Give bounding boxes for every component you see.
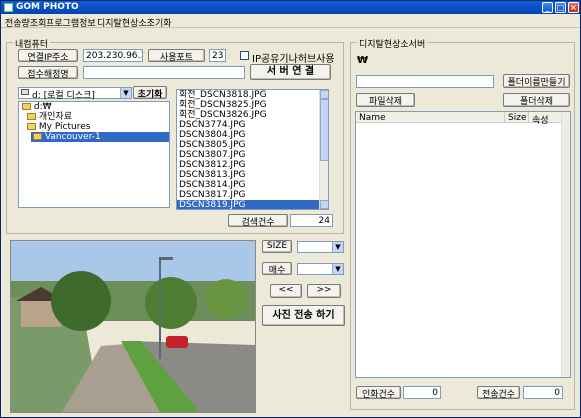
file-list-item[interactable]: 회전_DSCN3825.JPG: [177, 100, 328, 110]
port-label: 사용포트: [148, 49, 205, 63]
tree-item[interactable]: My Pictures: [19, 122, 169, 132]
server-table-scrollbar[interactable]: [561, 112, 570, 377]
account-field[interactable]: [83, 66, 245, 79]
init-button[interactable]: 초기화: [133, 86, 167, 100]
table-header: Name Size 속성: [356, 112, 562, 126]
file-list-item[interactable]: DSCN3813.JPG: [177, 170, 328, 180]
folder-open-icon: [33, 133, 42, 140]
my-computer-group: 내컴퓨터 연결IP주소 203.230.96.166 사용포트 23 IP공유기…: [6, 37, 344, 234]
maximize-button[interactable]: □: [555, 2, 566, 13]
file-list-item[interactable]: DSCN3774.JPG: [177, 120, 328, 130]
minimize-button[interactable]: _: [542, 2, 553, 13]
file-list-item[interactable]: 회전_DSCN3826.JPG: [177, 110, 328, 120]
drive-select-value: d: [로컬 디스크]: [32, 91, 95, 101]
chevron-down-icon[interactable]: ▼: [332, 264, 343, 274]
port-field[interactable]: 23: [209, 49, 226, 62]
count-select[interactable]: ▼: [297, 263, 344, 275]
search-count-field: 24: [290, 214, 333, 227]
server-file-table[interactable]: Name Size 속성: [355, 111, 571, 378]
file-list-item[interactable]: DSCN3807.JPG: [177, 150, 328, 160]
chevron-down-icon[interactable]: ▼: [120, 88, 131, 98]
tree-item[interactable]: 개인자료: [19, 112, 169, 122]
tree-item-label: 개인자료: [38, 112, 72, 122]
window-title: GOM PHOTO: [16, 2, 79, 12]
menu-program-info[interactable]: 프로그램정보: [46, 16, 96, 29]
delete-file-button[interactable]: 파일삭제: [356, 93, 415, 107]
make-folder-button[interactable]: 폴더이름만들기: [503, 74, 570, 88]
scroll-thumb[interactable]: [320, 99, 328, 161]
send-count-field: 0: [523, 386, 563, 399]
prev-button[interactable]: <<: [270, 284, 302, 298]
file-list-item[interactable]: 회전_DSCN3818.JPG: [177, 90, 328, 100]
menu-transfer-volume[interactable]: 전송량조회: [5, 16, 46, 29]
print-count-label: 인화건수: [356, 386, 401, 400]
menu-reset-lab[interactable]: 디지탈현상소조기화: [97, 16, 172, 29]
folder-open-icon: [22, 103, 31, 110]
column-size[interactable]: Size: [508, 113, 526, 123]
size-select[interactable]: ▼: [297, 241, 344, 253]
ip-share-label: IP공유기나허브사용: [252, 54, 335, 65]
search-count-label: 검색건수: [228, 214, 288, 228]
chevron-down-icon[interactable]: ▼: [332, 242, 343, 252]
file-list-item[interactable]: DSCN3805.JPG: [177, 140, 328, 150]
send-photo-button[interactable]: 사진 전송 하기: [262, 305, 345, 326]
file-list-item[interactable]: DSCN3819.JPG: [177, 200, 328, 209]
tree-item[interactable]: d:₩: [19, 102, 169, 112]
photo-preview: [10, 240, 256, 413]
lab-server-group: 디지탈현상소서버 ₩ 폴더이름만들기 파일삭제 폴더삭제 Name Size 속…: [350, 37, 575, 410]
scroll-down-arrow[interactable]: [320, 200, 328, 209]
file-list[interactable]: 회전_DSCN3818.JPG 회전_DSCN3825.JPG 회전_DSCN382…: [176, 89, 329, 210]
print-count-field: 0: [403, 386, 441, 399]
count-label: 매수: [262, 262, 292, 276]
file-list-scrollbar[interactable]: [319, 90, 328, 209]
drive-icon: [21, 89, 29, 95]
tree-item-selected[interactable]: Vancouver-1: [31, 132, 169, 142]
main-window: GOM PHOTO _ □ × 전송량조회 프로그램정보 디지탈현상소조기화 내…: [0, 0, 581, 418]
file-list-item[interactable]: DSCN3817.JPG: [177, 190, 328, 200]
folder-tree[interactable]: d:₩ 개인자료 My Pictures Vancouver-1: [18, 101, 170, 208]
tree-item-label: Vancouver-1: [44, 132, 101, 142]
lab-server-group-label: 디지탈현상소서버: [357, 37, 428, 50]
scroll-up-arrow[interactable]: [320, 90, 328, 99]
folder-name-field[interactable]: [356, 75, 494, 88]
title-bar: GOM PHOTO _ □ ×: [1, 1, 580, 14]
account-label: 접수해정명: [18, 66, 78, 80]
ip-label: 연결IP주소: [18, 49, 78, 63]
ip-share-checkbox[interactable]: [240, 51, 249, 60]
folder-icon: [27, 113, 36, 120]
column-name[interactable]: Name: [359, 113, 386, 123]
server-path: ₩: [357, 55, 369, 66]
folder-icon: [27, 123, 36, 130]
delete-folder-button[interactable]: 폴더삭제: [503, 93, 570, 107]
ip-address-field[interactable]: 203.230.96.166: [83, 49, 143, 62]
tree-item-label: My Pictures: [38, 122, 91, 132]
menu-bar: 전송량조회 프로그램정보 디지탈현상소조기화: [1, 14, 580, 29]
tree-item-label: d:₩: [33, 102, 52, 112]
drive-select[interactable]: d: [로컬 디스크] ▼: [18, 87, 132, 101]
next-button[interactable]: >>: [307, 284, 341, 298]
close-button[interactable]: ×: [568, 2, 579, 13]
file-list-item[interactable]: DSCN3812.JPG: [177, 160, 328, 170]
send-count-label: 전송건수: [477, 386, 520, 400]
size-label: SIZE: [262, 240, 292, 253]
server-connect-button[interactable]: 서 버 연 결: [250, 64, 331, 80]
column-attr[interactable]: 속성: [532, 113, 549, 126]
file-list-item[interactable]: DSCN3804.JPG: [177, 130, 328, 140]
file-list-item[interactable]: DSCN3814.JPG: [177, 180, 328, 190]
app-icon: [4, 3, 13, 12]
